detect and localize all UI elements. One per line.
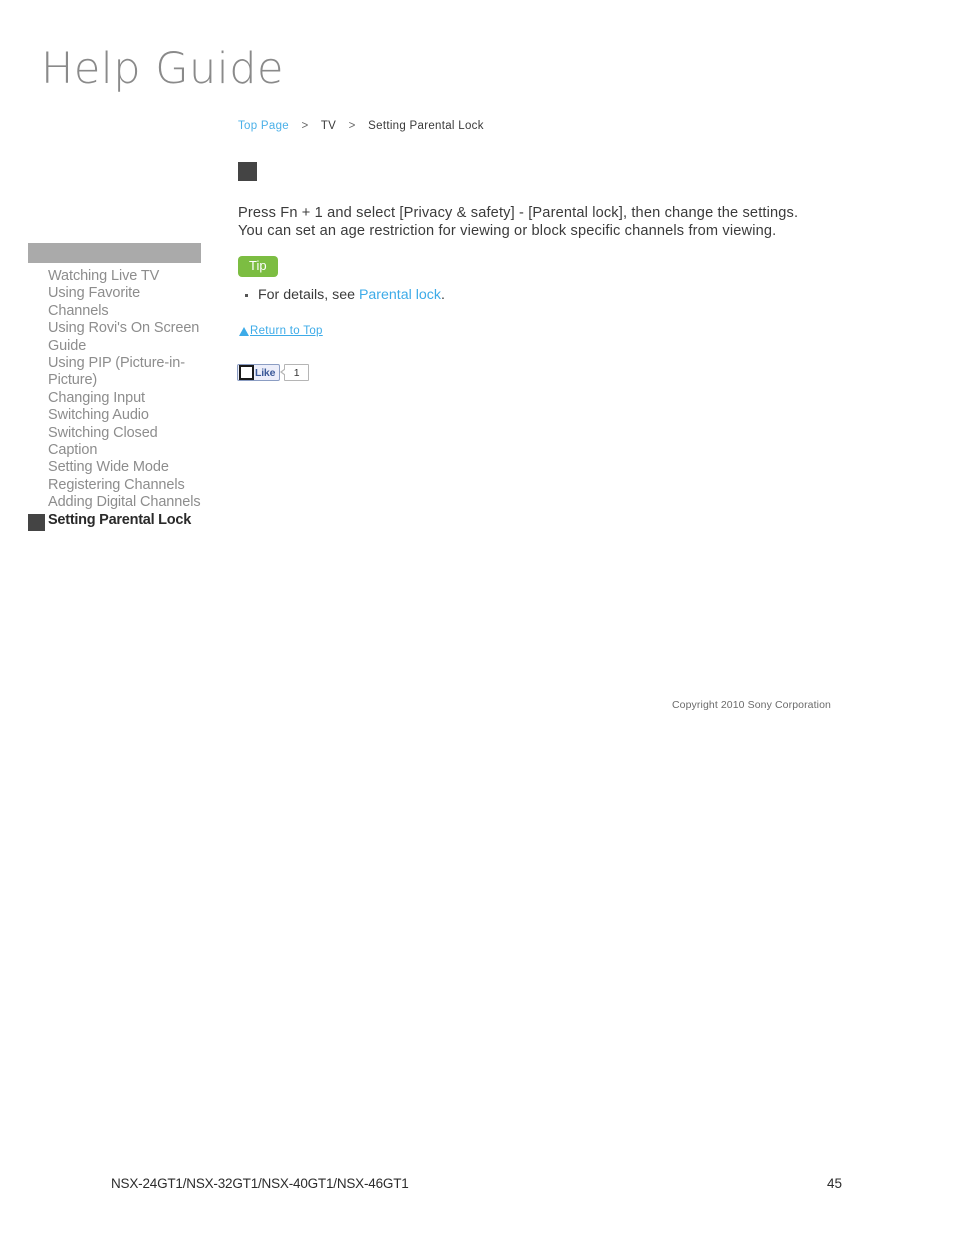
sidebar-item-label: Registering Channels [48, 476, 185, 493]
breadcrumb-separator: > [301, 120, 309, 132]
thumbs-up-icon [239, 365, 254, 380]
sidebar-item-label: Setting Wide Mode [48, 459, 169, 476]
footer-model-numbers: NSX-24GT1/NSX-32GT1/NSX-40GT1/NSX-46GT1 [111, 1176, 409, 1191]
sidebar-item-setting-wide-mode[interactable]: Setting Wide Mode [28, 459, 204, 476]
bullet-icon [245, 294, 248, 297]
copyright-notice: Copyright 2010 Sony Corporation [672, 699, 831, 711]
body-paragraph-line-1: Press Fn + 1 and select [Privacy & safet… [238, 205, 799, 221]
tip-list-item: For details, see Parental lock. [238, 287, 445, 304]
return-to-top-link[interactable]: Return to Top [239, 325, 323, 337]
breadcrumb-separator: > [348, 120, 356, 132]
sidebar-item-label: Switching Audio [48, 407, 149, 424]
body-paragraph-line-2: You can set an age restriction for viewi… [238, 222, 777, 239]
sidebar-item-label: Switching Closed Caption [48, 424, 158, 459]
sidebar-item-setting-parental-lock[interactable]: Setting Parental Lock [28, 511, 204, 531]
breadcrumb: Top Page > TV > Setting Parental Lock [238, 120, 484, 132]
sidebar-header-bar [28, 243, 201, 263]
footer-page-number: 45 [827, 1176, 843, 1191]
sidebar-item-list: Watching Live TV Using Favorite Channels… [28, 268, 204, 531]
sidebar-item-label: Watching Live TV [48, 268, 160, 284]
triangle-up-icon [239, 326, 249, 336]
sidebar-item-label: Using PIP (Picture-in-Picture) [48, 355, 185, 389]
sidebar-item-label: Using Favorite Channels [48, 285, 141, 319]
tip-list: For details, see Parental lock. [238, 287, 445, 304]
sidebar-item-switching-audio[interactable]: Switching Audio [28, 407, 204, 424]
sidebar-item-changing-input[interactable]: Changing Input [28, 390, 204, 407]
tip-text-suffix: . [440, 287, 445, 303]
sidebar-item-label: Adding Digital Channels [48, 494, 201, 511]
sidebar-item-watching-live-tv[interactable]: Watching Live TV [28, 268, 204, 285]
like-button-label: Like [255, 366, 276, 379]
body-paragraph: Press Fn + 1 and select [Privacy & safet… [238, 205, 798, 240]
page-title-image-placeholder [238, 162, 257, 181]
tip-text-prefix: For details, see [258, 287, 359, 303]
breadcrumb-link-top-page[interactable]: Top Page [238, 120, 289, 132]
help-guide-logo: Help Guide [41, 44, 284, 94]
facebook-like-widget: Like 1 [237, 364, 310, 381]
sidebar-item-using-pip[interactable]: Using PIP (Picture-in-Picture) [28, 355, 204, 390]
tip-badge: Tip [238, 256, 278, 277]
breadcrumb-item-tv[interactable]: TV [321, 120, 336, 132]
like-count-bubble: 1 [280, 364, 310, 381]
breadcrumb-current-page: Setting Parental Lock [368, 120, 484, 132]
active-marker-icon [28, 513, 45, 531]
sidebar-item-label: Using Rovi's On Screen Guide [48, 320, 200, 354]
sidebar-item-switching-closed-caption[interactable]: Switching Closed Caption [28, 425, 204, 460]
sidebar-item-label: Changing Input [48, 389, 145, 406]
sidebar-item-registering-channels[interactable]: Registering Channels [28, 477, 204, 494]
sidebar-item-using-favorite-channels[interactable]: Using Favorite Channels [28, 285, 204, 320]
sidebar-item-label: Setting Parental Lock [48, 511, 192, 528]
sidebar-item-using-rovis-on-screen-guide[interactable]: Using Rovi's On Screen Guide [28, 320, 204, 355]
tip-link-parental-lock[interactable]: Parental lock [359, 287, 441, 303]
return-to-top-label: Return to Top [250, 325, 323, 337]
sidebar-item-adding-digital-channels[interactable]: Adding Digital Channels [28, 494, 204, 511]
sidebar-navigation: Watching Live TV Using Favorite Channels… [28, 243, 204, 531]
like-count-value: 1 [293, 366, 300, 379]
like-button[interactable]: Like [237, 364, 281, 381]
